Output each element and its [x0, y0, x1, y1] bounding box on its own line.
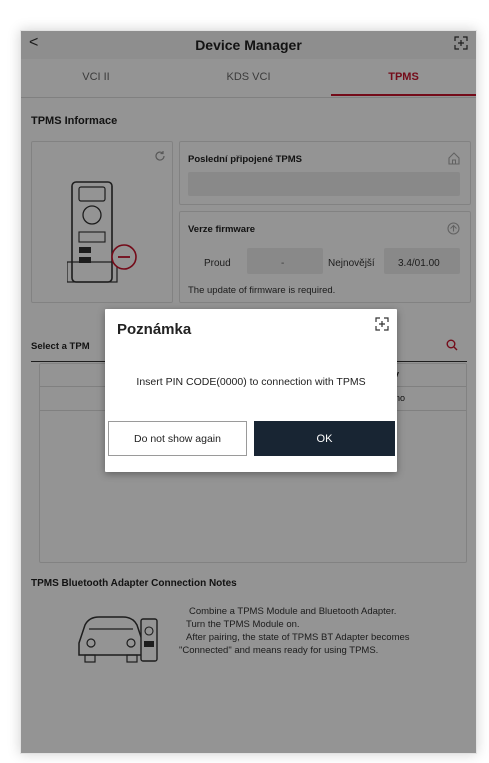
- ok-button[interactable]: OK: [254, 421, 395, 456]
- dialog-message: Insert PIN CODE(0000) to connection with…: [136, 376, 366, 388]
- dialog-title: Poznámka: [117, 321, 192, 338]
- note-dialog: Poznámka Insert PIN CODE(0000) to connec…: [105, 309, 397, 472]
- do-not-show-again-button[interactable]: Do not show again: [108, 421, 247, 456]
- expand-icon[interactable]: [375, 317, 389, 331]
